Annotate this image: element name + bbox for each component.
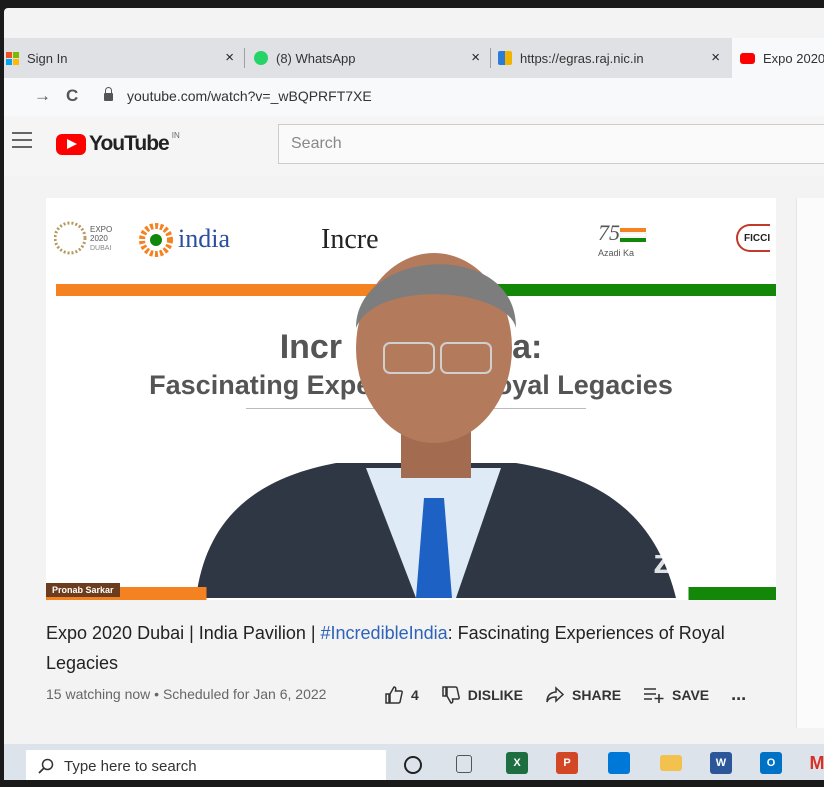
hashtag-link[interactable]: #IncredibleIndia bbox=[321, 623, 448, 643]
like-count: 4 bbox=[411, 686, 419, 703]
share-label: SHARE bbox=[572, 686, 622, 703]
playlist-add-icon bbox=[644, 687, 664, 703]
svg-text:DUBAI: DUBAI bbox=[90, 245, 111, 252]
tab-label: Expo 2020 I bbox=[763, 50, 824, 66]
ficci-logo: FICCI bbox=[736, 224, 770, 252]
forward-button[interactable]: → bbox=[34, 86, 51, 106]
store-icon[interactable] bbox=[608, 752, 630, 774]
taskbar-search-input[interactable]: Type here to search bbox=[26, 750, 386, 780]
save-button[interactable]: SAVE bbox=[643, 686, 709, 704]
like-button[interactable]: 4 bbox=[384, 685, 419, 705]
taskbar: Type here to search X P W O M bbox=[4, 744, 824, 780]
video-actions: 4 DISLIKE SHARE SAVE ... bbox=[384, 684, 746, 705]
task-view-icon[interactable] bbox=[456, 755, 472, 773]
tab-separator bbox=[244, 48, 245, 68]
thumbs-up-icon bbox=[385, 685, 403, 704]
tab-separator bbox=[490, 48, 491, 68]
tab-whatsapp[interactable]: (8) WhatsApp × bbox=[254, 38, 490, 78]
close-icon[interactable]: × bbox=[711, 49, 720, 66]
powerpoint-icon[interactable]: P bbox=[556, 752, 578, 774]
tab-expo-2020[interactable]: Expo 2020 I bbox=[732, 38, 824, 78]
youtube-play-icon bbox=[56, 133, 86, 155]
screen: Sign In × (8) WhatsApp × https://egras.r… bbox=[4, 8, 824, 780]
thumbs-down-icon bbox=[442, 685, 460, 704]
bottom-stripe bbox=[46, 587, 776, 600]
url-text: youtube.com/watch?v=_wBQPRFT7XE bbox=[127, 88, 372, 104]
ficci-text: FICCI bbox=[744, 233, 771, 244]
search-icon bbox=[38, 758, 54, 774]
outlook-icon[interactable]: O bbox=[760, 752, 782, 774]
taskbar-search-placeholder: Type here to search bbox=[64, 757, 197, 775]
whatsapp-icon bbox=[254, 51, 268, 65]
microsoft-icon bbox=[6, 51, 19, 65]
reload-button[interactable]: C bbox=[66, 86, 78, 106]
speaker-video bbox=[196, 253, 676, 598]
gmail-icon[interactable]: M bbox=[806, 752, 824, 774]
svg-text:2020: 2020 bbox=[90, 234, 108, 243]
word-icon[interactable]: W bbox=[710, 752, 732, 774]
url-field[interactable]: youtube.com/watch?v=_wBQPRFT7XE bbox=[104, 87, 372, 104]
tab-bar: Sign In × (8) WhatsApp × https://egras.r… bbox=[4, 38, 824, 78]
video-meta: 15 watching now • Scheduled for Jan 6, 2… bbox=[46, 686, 327, 702]
tab-label: https://egras.raj.nic.in bbox=[520, 50, 644, 66]
more-options-icon[interactable]: ... bbox=[731, 684, 746, 705]
lock-icon bbox=[104, 87, 113, 101]
search-input[interactable]: Search bbox=[278, 124, 824, 164]
youtube-header: YouTube IN Search bbox=[4, 116, 824, 176]
tab-label: (8) WhatsApp bbox=[276, 50, 356, 66]
svg-text:EXPO: EXPO bbox=[90, 225, 112, 234]
address-bar: → C youtube.com/watch?v=_wBQPRFT7XE bbox=[4, 78, 824, 117]
youtube-wordmark: YouTube bbox=[89, 132, 170, 155]
country-code: IN bbox=[171, 130, 180, 140]
video-player[interactable]: EXPO 2020 DUBAI india Incre 75 Azadi Ka bbox=[46, 198, 776, 600]
title-text: Expo 2020 Dubai | India Pavilion | bbox=[46, 623, 321, 643]
tab-label: Sign In bbox=[27, 50, 68, 66]
zoom-watermark: zoom bbox=[653, 543, 746, 581]
dislike-label: DISLIKE bbox=[467, 686, 524, 703]
side-panel bbox=[796, 198, 824, 728]
tab-egras[interactable]: https://egras.raj.nic.in × bbox=[498, 38, 730, 78]
egras-icon bbox=[498, 51, 512, 65]
close-icon[interactable]: × bbox=[471, 49, 480, 66]
dislike-button[interactable]: DISLIKE bbox=[441, 685, 523, 705]
speaker-name-label: Pronab Sarkar bbox=[46, 583, 120, 597]
share-icon bbox=[546, 685, 565, 703]
close-icon[interactable]: × bbox=[225, 49, 234, 66]
india-flower-icon bbox=[139, 223, 173, 257]
search-placeholder: Search bbox=[291, 135, 342, 152]
cortana-icon[interactable] bbox=[404, 756, 422, 774]
share-button[interactable]: SHARE bbox=[545, 685, 621, 705]
save-label: SAVE bbox=[672, 686, 710, 703]
video-title: Expo 2020 Dubai | India Pavilion | #Incr… bbox=[46, 618, 776, 678]
excel-icon[interactable]: X bbox=[506, 752, 528, 774]
menu-icon[interactable] bbox=[12, 132, 32, 153]
file-explorer-icon[interactable] bbox=[660, 755, 682, 771]
youtube-icon bbox=[740, 52, 755, 64]
expo-2020-logo: EXPO 2020 DUBAI bbox=[54, 221, 112, 255]
tab-sign-in[interactable]: Sign In × bbox=[4, 38, 244, 78]
youtube-logo[interactable]: YouTube IN bbox=[56, 130, 180, 156]
